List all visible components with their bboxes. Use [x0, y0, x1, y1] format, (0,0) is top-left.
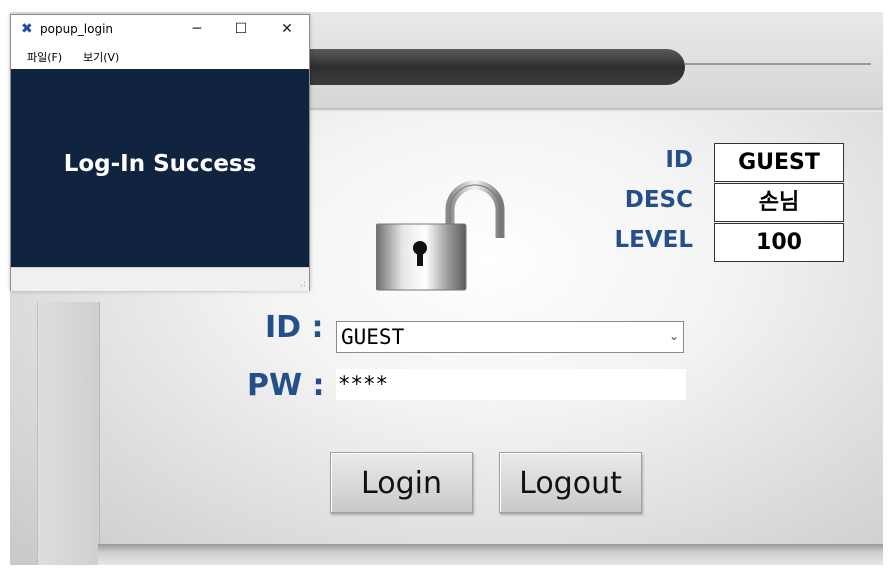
popup-titlebar[interactable]: ✖ popup_login ─ ☐ ✕	[11, 15, 309, 44]
chevron-down-icon[interactable]: ⌄	[669, 329, 679, 343]
info-level-label: LEVEL	[614, 227, 693, 253]
popup-body: Log-In Success	[11, 69, 309, 267]
resize-grip-icon[interactable]: .:	[300, 279, 306, 289]
login-button[interactable]: Login	[330, 452, 473, 513]
app-icon: ✖	[21, 21, 33, 37]
maximize-icon[interactable]: ☐	[221, 15, 261, 44]
pw-label: PW :	[247, 368, 325, 403]
info-id-label: ID	[665, 147, 693, 173]
close-icon[interactable]: ✕	[267, 15, 307, 44]
info-level-value: 100	[714, 223, 844, 262]
id-label: ID :	[265, 310, 324, 345]
menu-view[interactable]: 보기(V)	[83, 49, 119, 65]
password-input[interactable]: ****	[336, 369, 686, 400]
popup-login-window: ✖ popup_login ─ ☐ ✕ 파일(F) 보기(V) Log-In S…	[10, 14, 310, 291]
logout-button[interactable]: Logout	[499, 452, 642, 513]
menu-file[interactable]: 파일(F)	[27, 49, 62, 65]
info-desc-value: 손님	[714, 183, 844, 222]
minimize-icon[interactable]: ─	[177, 15, 217, 44]
id-select[interactable]: GUEST ⌄	[336, 321, 684, 353]
info-id-value: GUEST	[714, 143, 844, 182]
login-success-message: Log-In Success	[63, 151, 257, 177]
popup-title: popup_login	[40, 22, 114, 36]
info-desc-label: DESC	[624, 187, 693, 213]
left-rail-edge	[37, 302, 38, 565]
left-rail	[37, 302, 100, 565]
popup-statusbar: .:	[11, 267, 309, 291]
progress-track	[260, 49, 685, 85]
id-select-value: GUEST	[341, 325, 405, 349]
unlocked-padlock-icon	[375, 180, 506, 299]
popup-menubar: 파일(F) 보기(V)	[11, 44, 309, 69]
track-line	[685, 63, 871, 65]
bottom-bar	[98, 544, 883, 565]
